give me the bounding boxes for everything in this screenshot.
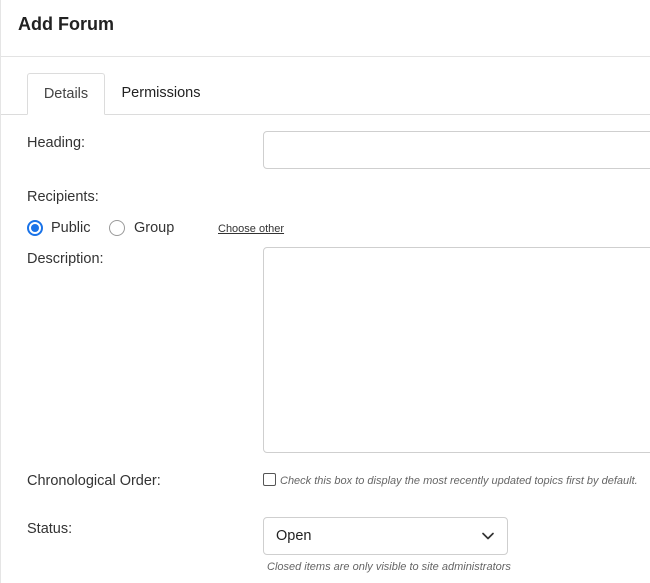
recipients-label: Recipients: bbox=[27, 189, 99, 205]
description-textarea[interactable] bbox=[263, 247, 650, 453]
tab-details[interactable]: Details bbox=[27, 73, 105, 115]
tab-permissions[interactable]: Permissions bbox=[111, 73, 211, 115]
group-radio[interactable] bbox=[109, 220, 125, 236]
chronological-order-hint: Check this box to display the most recen… bbox=[280, 475, 638, 487]
status-select-value: Open bbox=[276, 528, 312, 544]
heading-input[interactable] bbox=[263, 131, 650, 169]
status-select[interactable]: Open bbox=[263, 517, 508, 555]
chronological-order-label: Chronological Order: bbox=[27, 473, 161, 489]
chronological-order-checkbox[interactable] bbox=[263, 473, 276, 486]
status-hint: Closed items are only visible to site ad… bbox=[267, 561, 511, 573]
chevron-down-icon bbox=[482, 532, 494, 540]
group-radio-label[interactable]: Group bbox=[134, 220, 174, 236]
heading-label: Heading: bbox=[27, 135, 86, 151]
page-title: Add Forum bbox=[18, 14, 114, 34]
status-label: Status: bbox=[27, 521, 73, 537]
choose-other-link[interactable]: Choose other bbox=[218, 223, 284, 235]
description-label: Description: bbox=[27, 251, 104, 267]
public-radio[interactable] bbox=[27, 220, 43, 236]
public-radio-label[interactable]: Public bbox=[51, 220, 91, 236]
header-divider bbox=[1, 56, 650, 57]
